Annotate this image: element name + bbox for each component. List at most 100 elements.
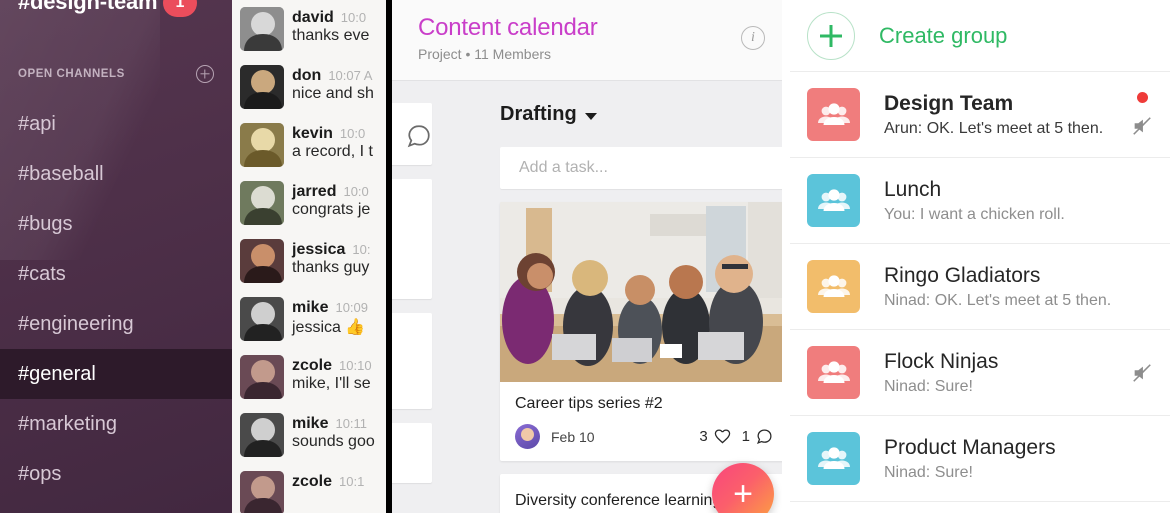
unread-dot — [1136, 92, 1148, 103]
group-name: Ringo Gladiators — [884, 263, 1041, 287]
avatar[interactable] — [240, 471, 284, 513]
plus-icon[interactable] — [196, 65, 214, 83]
group-avatar — [807, 88, 860, 141]
app-screenshot: #design-team 1 OPEN CHANNELS #api #baseba… — [0, 0, 1170, 513]
mute-icon[interactable] — [1131, 115, 1153, 137]
column-header-drafting[interactable]: Drafting — [456, 103, 782, 126]
heart-icon[interactable] — [714, 428, 731, 445]
sidebar-item-api[interactable]: #api — [0, 99, 232, 149]
message-row[interactable]: david 10:0 thanks eve — [232, 0, 386, 58]
mute-icon[interactable] — [1131, 362, 1153, 384]
group-list-item[interactable]: Lunch You: I want a chicken roll. — [790, 158, 1170, 244]
sidebar-item-bugs[interactable]: #bugs — [0, 199, 232, 249]
message-row[interactable]: jessica 10: thanks guy — [232, 232, 386, 290]
message-row[interactable]: don 10:07 A nice and sh — [232, 58, 386, 116]
group-avatar — [807, 346, 860, 399]
card-ghost[interactable] — [392, 179, 432, 299]
unread-badge[interactable]: 1 — [163, 0, 197, 17]
message-row[interactable]: zcole 10:10 mike, I'll se — [232, 348, 386, 406]
group-icon — [817, 360, 850, 383]
comment-icon[interactable] — [756, 428, 773, 445]
message-author: zcole — [292, 473, 333, 490]
open-channels-label: OPEN CHANNELS — [18, 68, 125, 80]
avatar-mike — [240, 297, 284, 341]
group-list-item[interactable]: Product Managers Ninad: Sure! — [790, 416, 1170, 502]
info-icon[interactable]: i — [741, 26, 765, 50]
group-icon — [817, 446, 850, 469]
sidebar-item-cats[interactable]: #cats — [0, 249, 232, 299]
group-list-item[interactable]: Flock Ninjas Ninad: Sure! — [790, 330, 1170, 416]
sidebar-item-baseball[interactable]: #baseball — [0, 149, 232, 199]
message-row[interactable]: zcole 10:1 — [232, 464, 386, 513]
sidebar-item-engineering[interactable]: #engineering — [0, 299, 232, 349]
create-group-row[interactable]: Create group — [790, 0, 1170, 72]
chevron-down-icon[interactable] — [584, 112, 597, 120]
group-list-item[interactable]: Design Team Arun: OK. Let's meet at 5 the… — [790, 72, 1170, 158]
task-card[interactable]: Career tips series #2 Feb 10 3 1 — [500, 202, 782, 461]
avatar[interactable] — [240, 239, 284, 283]
message-row[interactable]: mike 10:11 sounds goo — [232, 406, 386, 464]
avatar[interactable] — [240, 7, 284, 51]
avatar-zcole — [240, 355, 284, 399]
card-ghost[interactable] — [392, 313, 432, 409]
group-list-item[interactable]: Ringo Gladiators Ninad: OK. Let's meet at… — [790, 244, 1170, 330]
group-item-indicators — [1130, 416, 1154, 501]
group-avatar — [807, 432, 860, 485]
message-author: don — [292, 67, 322, 84]
group-preview: You: I want a chicken roll. — [884, 205, 1065, 223]
avatar[interactable] — [240, 297, 284, 341]
add-task-placeholder: Add a task... — [519, 159, 608, 176]
flock-group-list-panel: Create group Design Team Arun: OK. Let's … — [782, 0, 1170, 513]
task-card-meta: Feb 10 3 1 — [515, 424, 773, 449]
group-name: Product Managers — [884, 435, 1056, 459]
message-timestamp: 10:0 — [343, 184, 369, 199]
group-list: Design Team Arun: OK. Let's meet at 5 the… — [790, 72, 1170, 502]
plus-icon[interactable] — [807, 11, 855, 60]
message-text: sounds goo — [292, 433, 375, 450]
avatar[interactable] — [240, 65, 284, 109]
message-row[interactable]: mike 10:09 jessica 👍 — [232, 290, 386, 348]
sidebar-item-marketing[interactable]: #marketing — [0, 399, 232, 449]
sidebar-item-label: #api — [18, 112, 56, 135]
board-columns: Drafting Add a task... Career tips serie… — [392, 81, 782, 513]
avatar-don — [240, 65, 284, 109]
sidebar-item-label: #bugs — [18, 212, 73, 235]
group-item-indicators — [1130, 158, 1154, 243]
message-author: mike — [292, 415, 329, 432]
message-text: congrats je — [292, 201, 371, 218]
message-text: thanks eve — [292, 27, 370, 44]
plus-icon: + — [733, 474, 753, 513]
avatar-jessica — [240, 239, 284, 283]
sidebar-item-ops[interactable]: #ops — [0, 449, 232, 499]
group-preview: Ninad: Sure! — [884, 377, 973, 395]
message-timestamp: 10:10 — [339, 358, 372, 373]
group-item-indicators — [1130, 330, 1154, 415]
page-title: Content calendar — [418, 14, 598, 41]
open-channels-header: OPEN CHANNELS — [0, 65, 232, 83]
add-task-input[interactable]: Add a task... — [500, 147, 782, 189]
message-author: mike — [292, 299, 329, 316]
sidebar-header: #design-team 1 — [0, 0, 232, 18]
sidebar-item-products[interactable]: #products — [0, 499, 232, 513]
group-icon — [817, 188, 850, 211]
avatar[interactable] — [240, 123, 284, 167]
message-text: a record, I t — [292, 143, 373, 160]
group-item-indicators — [1130, 72, 1154, 157]
comment-icon — [407, 125, 430, 148]
message-row[interactable]: kevin 10:0 a record, I t — [232, 116, 386, 174]
message-text: jessica 👍 — [292, 319, 366, 336]
like-count: 3 — [699, 428, 708, 445]
group-icon — [817, 102, 850, 125]
avatar-mike — [240, 413, 284, 457]
avatar[interactable] — [240, 355, 284, 399]
card-ghost[interactable] — [392, 103, 432, 165]
sidebar-item-general[interactable]: #general — [0, 349, 232, 399]
board-subtitle: Project • 11 Members — [418, 46, 552, 62]
avatar[interactable] — [240, 413, 284, 457]
message-row[interactable]: jarred 10:0 congrats je — [232, 174, 386, 232]
card-ghost[interactable] — [392, 423, 432, 483]
board-column-truncated-left — [392, 81, 448, 513]
sidebar-item-label: #cats — [18, 262, 66, 285]
avatar[interactable] — [240, 181, 284, 225]
message-author: jessica — [292, 241, 346, 258]
